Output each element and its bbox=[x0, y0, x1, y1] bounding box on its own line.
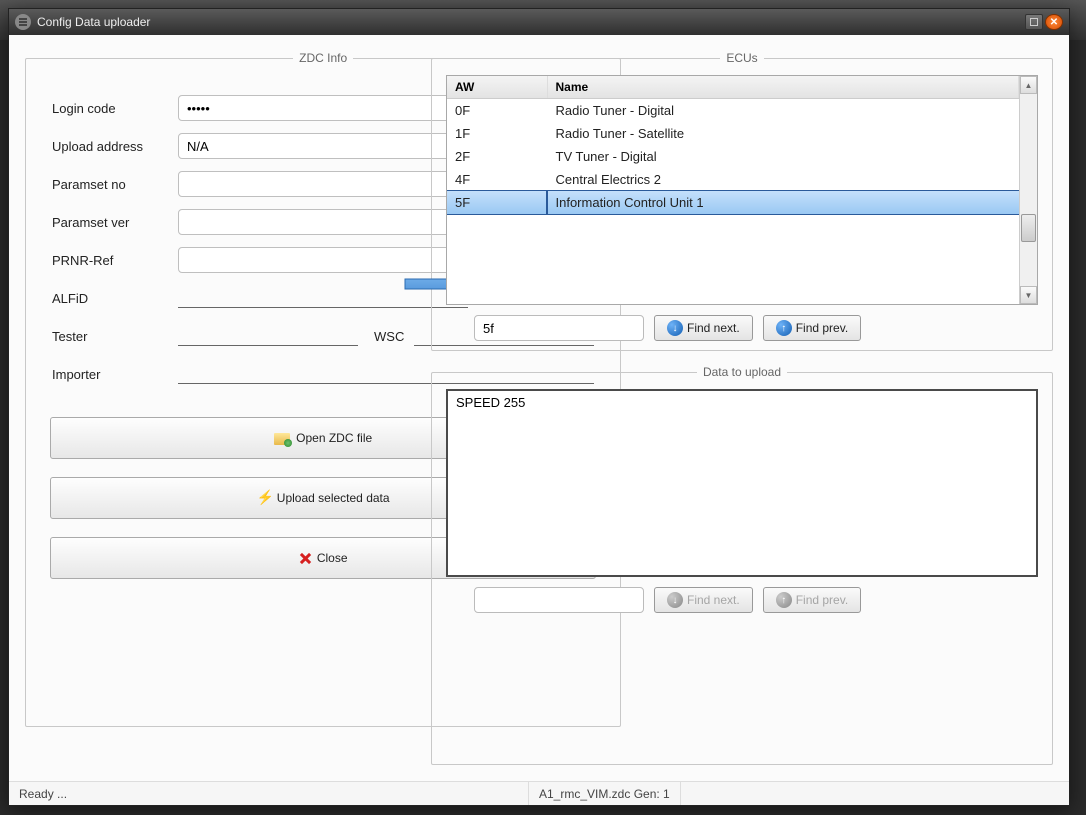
tester-label: Tester bbox=[52, 329, 172, 344]
data-find-next-button[interactable]: ↓ Find next. bbox=[654, 587, 753, 613]
arrow-down-icon: ↓ bbox=[667, 320, 683, 336]
alfid-input[interactable] bbox=[178, 288, 468, 308]
data-find-prev-button[interactable]: ↑ Find prev. bbox=[763, 587, 861, 613]
importer-label: Importer bbox=[52, 367, 172, 382]
ecus-scrollbar[interactable]: ▲ ▼ bbox=[1019, 76, 1037, 304]
ecus-title: ECUs bbox=[720, 51, 763, 65]
folder-open-icon bbox=[274, 431, 290, 445]
ecus-table[interactable]: AW Name 0FRadio Tuner - Digital1FRadio T… bbox=[446, 75, 1038, 305]
ecus-search-input[interactable] bbox=[474, 315, 644, 341]
dialog-window: Config Data uploader ✕ ZDC Info Login co… bbox=[8, 8, 1070, 806]
arrow-down-icon: ↓ bbox=[667, 592, 683, 608]
table-row[interactable]: 2FTV Tuner - Digital bbox=[447, 145, 1019, 168]
data-search-input[interactable] bbox=[474, 587, 644, 613]
scroll-up-icon[interactable]: ▲ bbox=[1020, 76, 1037, 94]
data-to-upload-panel: Data to upload SPEED 255 ↓ Find next. ↑ … bbox=[431, 365, 1053, 765]
titlebar[interactable]: Config Data uploader ✕ bbox=[9, 9, 1069, 35]
upload-icon bbox=[257, 491, 271, 505]
ecus-find-next-button[interactable]: ↓ Find next. bbox=[654, 315, 753, 341]
tester-input[interactable] bbox=[178, 326, 358, 346]
table-row[interactable]: 5FInformation Control Unit 1 bbox=[447, 191, 1019, 214]
scroll-thumb[interactable] bbox=[1021, 214, 1036, 242]
close-icon bbox=[299, 552, 311, 564]
arrow-up-icon: ↑ bbox=[776, 320, 792, 336]
wsc-label: WSC bbox=[364, 329, 408, 344]
window-title: Config Data uploader bbox=[37, 15, 1025, 29]
table-row[interactable]: 0FRadio Tuner - Digital bbox=[447, 99, 1019, 123]
maximize-button[interactable] bbox=[1025, 14, 1043, 30]
data-upload-list[interactable]: SPEED 255 bbox=[446, 389, 1038, 577]
alfid-label: ALFiD bbox=[52, 291, 172, 306]
menu-icon[interactable] bbox=[15, 14, 31, 30]
arrow-up-icon: ↑ bbox=[776, 592, 792, 608]
ecus-find-prev-button[interactable]: ↑ Find prev. bbox=[763, 315, 861, 341]
paramset-no-label: Paramset no bbox=[52, 177, 172, 192]
paramset-ver-label: Paramset ver bbox=[52, 215, 172, 230]
list-item[interactable]: SPEED 255 bbox=[448, 391, 1036, 414]
upload-address-label: Upload address bbox=[52, 139, 172, 154]
zdc-info-title: ZDC Info bbox=[293, 51, 353, 65]
scroll-down-icon[interactable]: ▼ bbox=[1020, 286, 1037, 304]
status-ready: Ready ... bbox=[9, 782, 529, 805]
data-to-upload-title: Data to upload bbox=[697, 365, 787, 379]
login-code-label: Login code bbox=[52, 101, 172, 116]
col-aw[interactable]: AW bbox=[447, 76, 547, 99]
status-file: A1_rmc_VIM.zdc Gen: 1 bbox=[529, 782, 681, 805]
prnr-ref-label: PRNR-Ref bbox=[52, 253, 172, 268]
table-row[interactable]: 1FRadio Tuner - Satellite bbox=[447, 122, 1019, 145]
status-bar: Ready ... A1_rmc_VIM.zdc Gen: 1 bbox=[9, 781, 1069, 805]
table-row[interactable]: 4FCentral Electrics 2 bbox=[447, 168, 1019, 191]
close-window-button[interactable]: ✕ bbox=[1045, 14, 1063, 30]
col-name[interactable]: Name bbox=[547, 76, 1019, 99]
ecus-panel: ECUs AW Name 0FRadio Tuner - Digital1FRa… bbox=[431, 51, 1053, 351]
